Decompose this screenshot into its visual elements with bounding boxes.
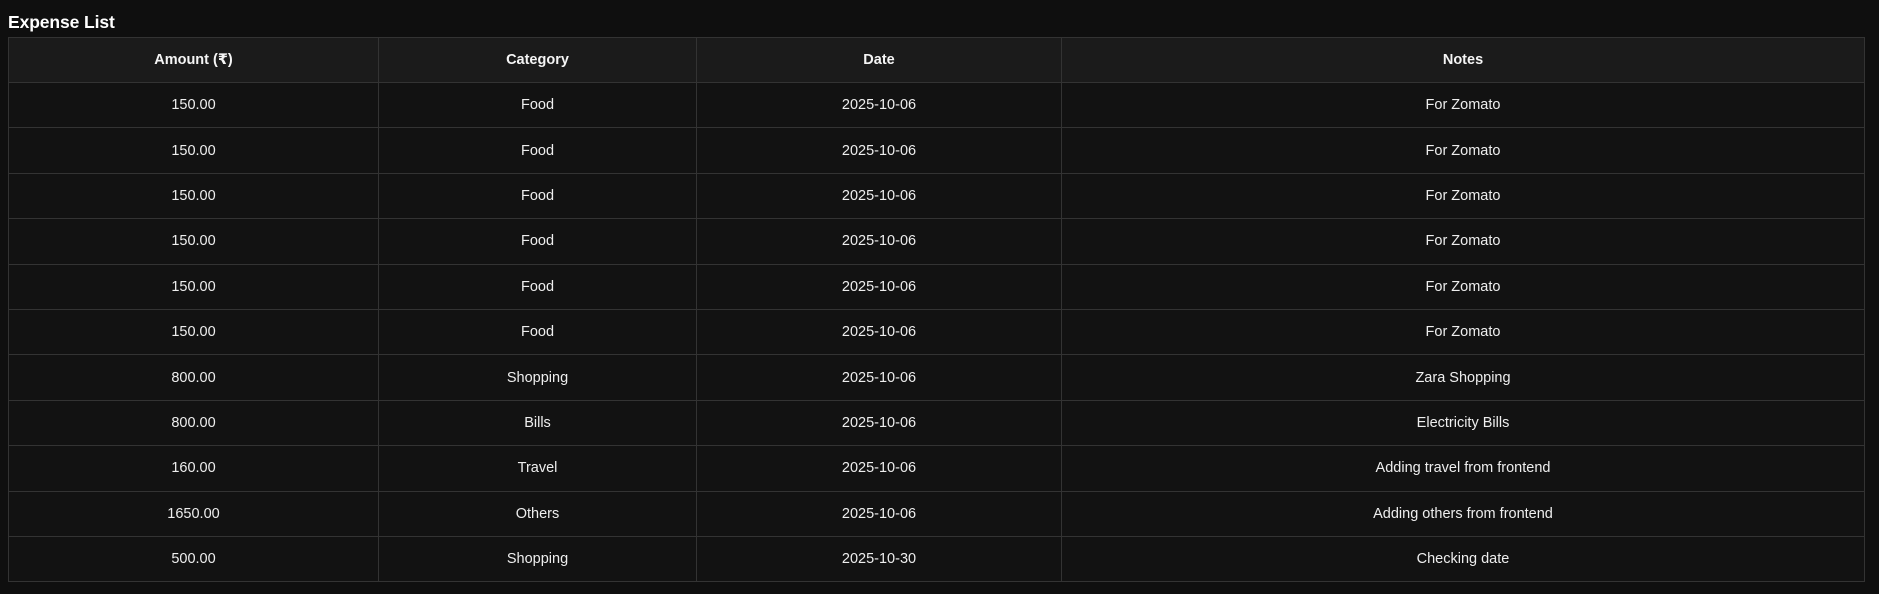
cell-date: 2025-10-06 bbox=[696, 490, 1062, 537]
cell-date: 2025-10-06 bbox=[696, 81, 1062, 129]
cell-category: Bills bbox=[378, 399, 697, 447]
cell-date: 2025-10-06 bbox=[696, 172, 1062, 220]
expense-table: Amount (₹) Category Date Notes 150.00 Fo… bbox=[8, 37, 1865, 583]
cell-date: 2025-10-06 bbox=[696, 308, 1062, 356]
header-row: Amount (₹) Category Date Notes bbox=[8, 37, 1865, 83]
table-row: 150.00 Food 2025-10-06 For Zomato bbox=[8, 263, 1865, 310]
cell-amount: 150.00 bbox=[8, 263, 379, 310]
table-row: 500.00 Shopping 2025-10-30 Checking date bbox=[8, 535, 1865, 583]
cell-amount: 160.00 bbox=[8, 445, 379, 492]
column-header-category: Category bbox=[378, 37, 697, 83]
cell-amount: 150.00 bbox=[8, 218, 379, 265]
cell-notes: For Zomato bbox=[1061, 263, 1865, 310]
cell-date: 2025-10-06 bbox=[696, 263, 1062, 310]
table-row: 800.00 Shopping 2025-10-06 Zara Shopping bbox=[8, 354, 1865, 401]
cell-category: Food bbox=[378, 127, 697, 174]
table-row: 1650.00 Others 2025-10-06 Adding others … bbox=[8, 490, 1865, 537]
cell-category: Food bbox=[378, 263, 697, 310]
cell-category: Food bbox=[378, 218, 697, 265]
cell-amount: 800.00 bbox=[8, 354, 379, 401]
cell-date: 2025-10-06 bbox=[696, 445, 1062, 492]
column-header-date: Date bbox=[696, 37, 1062, 83]
cell-date: 2025-10-06 bbox=[696, 218, 1062, 265]
cell-notes: Checking date bbox=[1061, 535, 1865, 583]
cell-amount: 150.00 bbox=[8, 308, 379, 356]
cell-amount: 150.00 bbox=[8, 81, 379, 129]
expense-list-section: Expense List Amount (₹) Category Date No… bbox=[8, 0, 1865, 583]
cell-notes: Adding others from frontend bbox=[1061, 490, 1865, 537]
cell-date: 2025-10-30 bbox=[696, 535, 1062, 583]
cell-category: Food bbox=[378, 81, 697, 129]
table-row: 150.00 Food 2025-10-06 For Zomato bbox=[8, 172, 1865, 220]
cell-category: Shopping bbox=[378, 535, 697, 583]
column-header-amount: Amount (₹) bbox=[8, 37, 379, 83]
cell-category: Food bbox=[378, 172, 697, 220]
cell-amount: 800.00 bbox=[8, 399, 379, 447]
table-row: 150.00 Food 2025-10-06 For Zomato bbox=[8, 81, 1865, 129]
table-row: 160.00 Travel 2025-10-06 Adding travel f… bbox=[8, 445, 1865, 492]
cell-notes: For Zomato bbox=[1061, 81, 1865, 129]
cell-date: 2025-10-06 bbox=[696, 354, 1062, 401]
cell-category: Shopping bbox=[378, 354, 697, 401]
cell-notes: Adding travel from frontend bbox=[1061, 445, 1865, 492]
table-row: 150.00 Food 2025-10-06 For Zomato bbox=[8, 308, 1865, 356]
cell-date: 2025-10-06 bbox=[696, 127, 1062, 174]
cell-notes: Electricity Bills bbox=[1061, 399, 1865, 447]
table-body: 150.00 Food 2025-10-06 For Zomato 150.00… bbox=[8, 81, 1865, 583]
cell-amount: 150.00 bbox=[8, 127, 379, 174]
cell-notes: For Zomato bbox=[1061, 127, 1865, 174]
cell-date: 2025-10-06 bbox=[696, 399, 1062, 447]
table-header: Amount (₹) Category Date Notes bbox=[8, 37, 1865, 83]
cell-notes: For Zomato bbox=[1061, 172, 1865, 220]
column-header-notes: Notes bbox=[1061, 37, 1865, 83]
cell-category: Others bbox=[378, 490, 697, 537]
cell-category: Travel bbox=[378, 445, 697, 492]
table-row: 150.00 Food 2025-10-06 For Zomato bbox=[8, 127, 1865, 174]
cell-notes: For Zomato bbox=[1061, 308, 1865, 356]
table-row: 150.00 Food 2025-10-06 For Zomato bbox=[8, 218, 1865, 265]
cell-amount: 150.00 bbox=[8, 172, 379, 220]
page-title: Expense List bbox=[8, 12, 115, 32]
cell-notes: Zara Shopping bbox=[1061, 354, 1865, 401]
cell-notes: For Zomato bbox=[1061, 218, 1865, 265]
table-row: 800.00 Bills 2025-10-06 Electricity Bill… bbox=[8, 399, 1865, 447]
cell-amount: 500.00 bbox=[8, 535, 379, 583]
cell-amount: 1650.00 bbox=[8, 490, 379, 537]
cell-category: Food bbox=[378, 308, 697, 356]
